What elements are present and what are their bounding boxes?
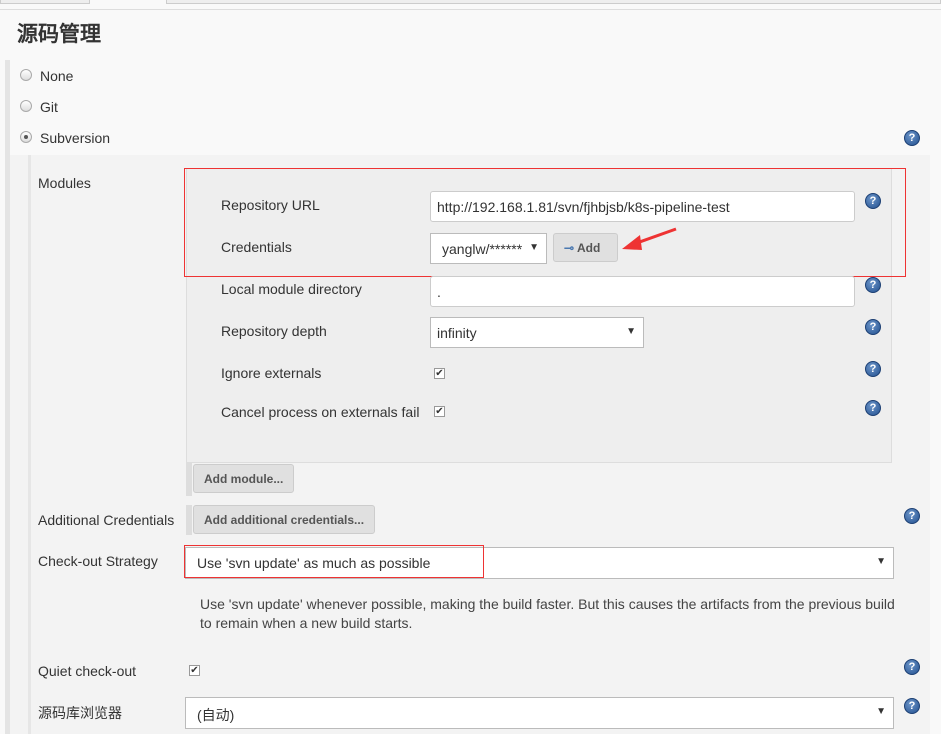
help-icon[interactable]: ?: [865, 361, 881, 377]
repository-browser-value: (自动): [197, 707, 235, 723]
help-icon[interactable]: ?: [904, 659, 920, 675]
cancel-externals-checkbox[interactable]: ✔: [434, 406, 445, 417]
local-dir-input[interactable]: .: [430, 276, 855, 307]
checkout-strategy-description: Use 'svn update' whenever possible, maki…: [200, 596, 895, 631]
radio-none[interactable]: [20, 69, 32, 81]
radio-git[interactable]: [20, 100, 32, 112]
help-icon[interactable]: ?: [865, 277, 881, 293]
quiet-checkout-checkbox[interactable]: ✔: [189, 665, 200, 676]
chevron-down-icon: ▼: [876, 706, 886, 717]
repository-browser-label: 源码库浏览器: [38, 705, 122, 721]
ignore-externals-checkbox[interactable]: ✔: [434, 368, 445, 379]
depth-value: infinity: [437, 325, 477, 341]
chevron-down-icon: ▼: [626, 326, 636, 337]
radio-subversion[interactable]: [20, 131, 32, 143]
tab-strip: [0, 0, 941, 10]
local-dir-label: Local module directory: [221, 281, 362, 297]
help-icon[interactable]: ?: [904, 508, 920, 524]
depth-label: Repository depth: [221, 323, 327, 339]
cancel-externals-label: Cancel process on externals fail: [221, 404, 420, 420]
checkout-strategy-label: Check-out Strategy: [38, 553, 158, 569]
modules-label: Modules: [38, 175, 91, 191]
subversion-bar: [28, 155, 31, 734]
radio-label-none: None: [40, 68, 74, 84]
annotation-box: [184, 168, 906, 277]
additional-credentials-label: Additional Credentials: [38, 512, 175, 528]
help-icon[interactable]: ?: [904, 130, 920, 146]
ignore-externals-label: Ignore externals: [221, 365, 322, 381]
tab[interactable]: [0, 0, 90, 4]
add-additional-credentials-button[interactable]: Add additional credentials...: [193, 505, 376, 534]
tab[interactable]: [166, 0, 941, 4]
add-module-button[interactable]: Add module...: [193, 464, 295, 493]
repository-browser-select[interactable]: (自动) ▼: [185, 697, 894, 729]
radio-label-git: Git: [40, 99, 58, 115]
depth-select[interactable]: infinity ▼: [430, 317, 644, 348]
help-icon[interactable]: ?: [865, 319, 881, 335]
section-title: 源码管理: [17, 23, 101, 46]
chevron-down-icon: ▼: [876, 556, 886, 567]
radio-label-subversion: Subversion: [40, 130, 111, 146]
annotation-box: [184, 545, 484, 578]
help-icon[interactable]: ?: [904, 698, 920, 714]
quiet-checkout-label: Quiet check-out: [38, 663, 137, 679]
help-icon[interactable]: ?: [865, 400, 881, 416]
credentials-bar: [186, 505, 192, 535]
